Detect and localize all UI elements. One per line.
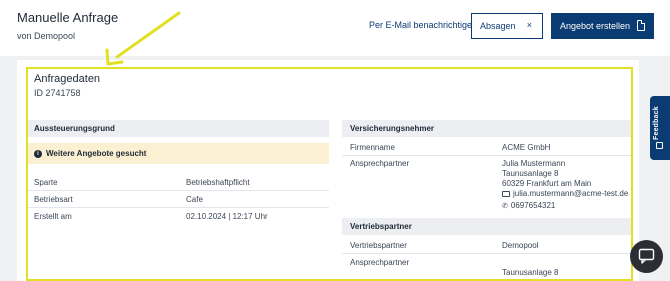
chat-icon [638,248,655,264]
row-label-betriebsart: Betriebsart [34,195,73,204]
page-header: Manuelle Anfrage von Demopool Per E-Mail… [0,0,670,56]
mail-icon [502,190,510,197]
section-header-partner: Vertriebspartner [342,218,632,235]
insured-contact-city: 60329 Frankfurt am Main [502,179,592,188]
row-value-erstellt: 02.10.2024 | 12:17 Uhr [186,212,268,221]
row-value-betriebsart: Cafe [186,195,203,204]
card-title: Anfragedaten [34,73,101,85]
row-label-sparte: Sparte [34,178,58,187]
reject-button-label: Absagen [480,21,516,31]
feedback-label: Feedback [653,106,660,140]
insured-contact-phone-line[interactable]: ✆ 0697654321 [502,201,555,210]
section-header-reason: Aussteuerungsgrund [26,120,329,137]
create-offer-button-label: Angebot erstellen [560,21,631,31]
row-divider [26,190,329,191]
feedback-tab[interactable]: Feedback [650,96,670,160]
company-label: Firmenname [350,143,395,152]
phone-icon: ✆ [502,202,508,210]
document-icon [637,20,645,31]
reject-button[interactable]: Absagen × [471,13,543,39]
partner-contact-label: Ansprechpartner [350,258,410,267]
row-label-erstellt: Erstellt am [34,212,72,221]
page-subtitle: von Demopool [17,31,76,41]
page-title: Manuelle Anfrage [17,10,119,25]
close-icon: × [526,20,532,30]
info-icon: i [34,149,42,158]
alert-text: Weitere Angebote gesucht [46,149,147,158]
insured-contact-email: julia.mustermann@acme-test.de [513,189,629,198]
page: Manuelle Anfrage von Demopool Per E-Mail… [0,0,670,281]
create-offer-button[interactable]: Angebot erstellen [551,13,654,39]
row-divider [342,253,632,254]
feedback-icon [656,142,663,149]
partner-value: Demopool [502,241,539,250]
insured-contact-name: Julia Mustermann [502,159,566,168]
row-divider [342,155,632,156]
row-value-sparte: Betriebshaftpflicht [186,178,250,187]
insured-contact-street: Taunusanlage 8 [502,169,559,178]
notify-email-button[interactable]: Per E-Mail benachrichtigen [369,20,477,30]
company-value: ACME GmbH [502,143,551,152]
request-id: ID 2741758 [34,88,81,98]
partner-contact-street: Taunusanlage 8 [502,268,559,277]
row-divider [26,207,329,208]
insured-contact-phone: 0697654321 [510,201,556,210]
insured-contact-label: Ansprechpartner [350,159,410,168]
partner-label: Vertriebspartner [350,241,407,250]
insured-contact-email-line[interactable]: julia.mustermann@acme-test.de [502,189,628,198]
alert-banner: i Weitere Angebote gesucht [26,143,329,164]
section-header-insured: Versicherungsnehmer [342,120,632,137]
chat-button[interactable] [630,240,663,273]
